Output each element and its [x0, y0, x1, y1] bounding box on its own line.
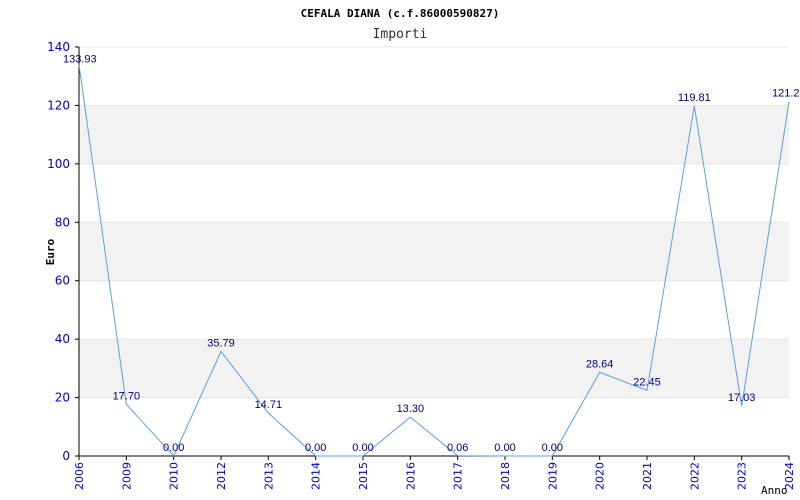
grid-band — [79, 105, 789, 164]
data-label: 17.70 — [113, 390, 141, 402]
data-label: 0.06 — [447, 442, 468, 454]
data-label: 22.45 — [633, 376, 661, 388]
data-label: 121.28 — [772, 88, 800, 100]
x-tick-label: 2010 — [168, 462, 181, 490]
y-tick-label: 80 — [55, 215, 70, 229]
data-label: 0.00 — [352, 442, 373, 454]
y-tick-label: 60 — [55, 274, 70, 288]
x-tick-label: 2020 — [594, 462, 607, 490]
y-tick-label: 20 — [55, 391, 70, 405]
x-tick-label: 2018 — [499, 462, 512, 490]
data-label: 28.64 — [586, 358, 614, 370]
data-label: 0.00 — [542, 442, 563, 454]
x-tick-label: 2009 — [120, 462, 133, 490]
x-tick-label: 2014 — [310, 462, 323, 490]
x-tick-label: 2012 — [215, 462, 228, 490]
x-tick-label: 2022 — [688, 462, 701, 490]
data-label: 119.81 — [678, 92, 711, 104]
y-axis-label: Euro — [44, 238, 57, 265]
data-label: 17.03 — [728, 392, 756, 404]
y-tick-label: 140 — [47, 40, 70, 54]
line-chart: CEFALA DIANA (c.f.86000590827) Importi 0… — [44, 7, 800, 497]
x-tick-label: 2023 — [736, 462, 749, 490]
x-axis-label: Anno — [761, 484, 788, 497]
data-label: 0.00 — [163, 442, 184, 454]
y-tick-label: 120 — [47, 98, 70, 112]
data-label: 13.30 — [397, 403, 425, 415]
x-tick-label: 2015 — [357, 462, 370, 490]
chart-subtitle: Importi — [373, 27, 428, 42]
x-tick-label: 2016 — [404, 462, 417, 490]
x-tick-label: 2017 — [452, 462, 465, 490]
grid-band — [79, 339, 789, 398]
x-axis-ticks: 2006 2009 2010 2012 2013 2014 2015 2016 2017 2018… — [73, 456, 796, 490]
grid-band — [79, 222, 789, 281]
data-label: 0.00 — [494, 442, 515, 454]
y-tick-label: 100 — [47, 157, 70, 171]
x-tick-label: 2006 — [73, 462, 86, 490]
x-tick-label: 2019 — [546, 462, 559, 490]
x-tick-label: 2013 — [262, 462, 275, 490]
data-label: 133.93 — [63, 54, 97, 66]
data-label: 14.71 — [255, 399, 283, 411]
chart-title: CEFALA DIANA (c.f.86000590827) — [301, 7, 500, 20]
x-tick-label: 2021 — [641, 462, 654, 490]
data-label: 0.00 — [305, 442, 326, 454]
y-tick-label: 40 — [55, 332, 70, 346]
y-tick-label: 0 — [62, 449, 70, 463]
data-label: 35.79 — [207, 337, 235, 349]
